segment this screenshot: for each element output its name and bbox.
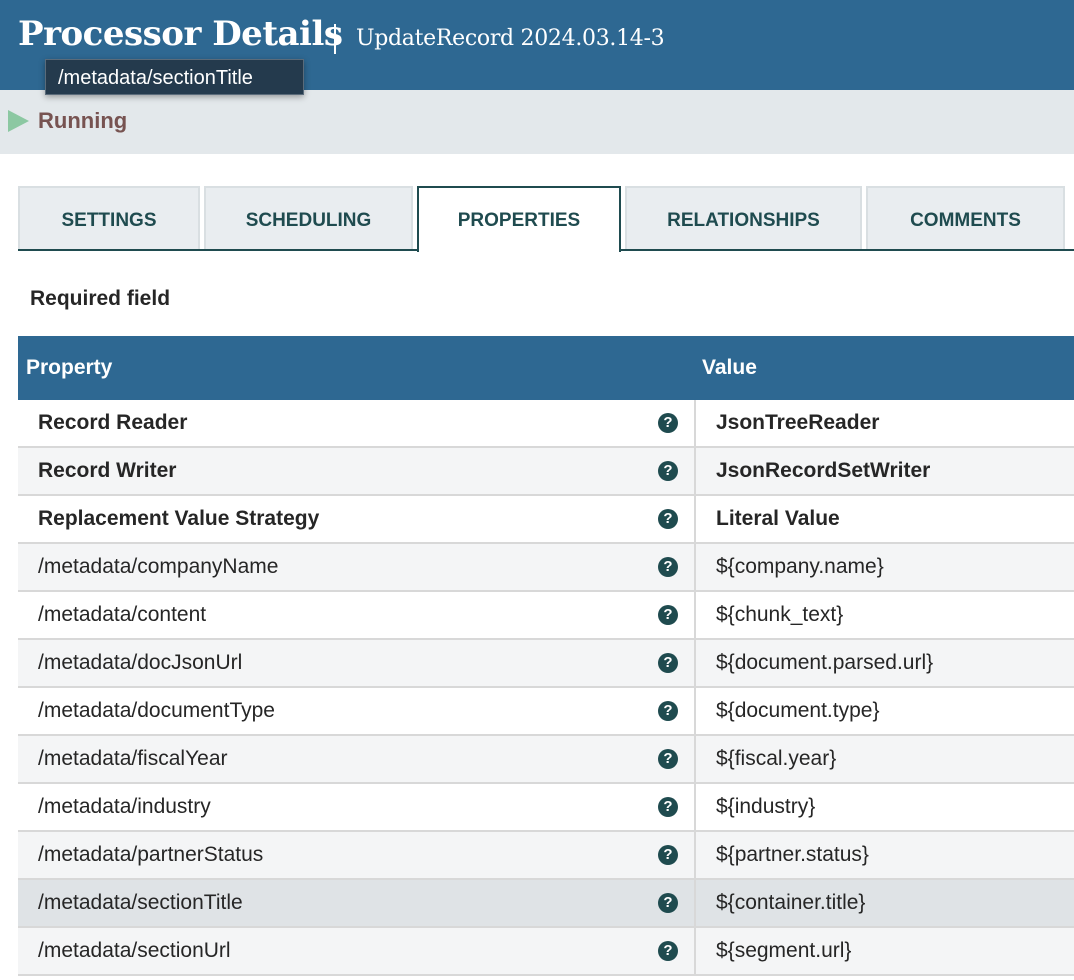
tab-properties[interactable]: PROPERTIES: [417, 186, 621, 252]
help-icon[interactable]: ?: [658, 605, 678, 625]
table-row[interactable]: /metadata/documentType? ${document.type}: [18, 688, 1074, 736]
tab-relationships[interactable]: RELATIONSHIPS: [625, 186, 862, 249]
column-divider: [694, 592, 696, 640]
tab-settings[interactable]: SETTINGS: [18, 186, 200, 249]
help-icon[interactable]: ?: [658, 845, 678, 865]
help-icon[interactable]: ?: [658, 461, 678, 481]
column-divider: [694, 736, 696, 784]
help-icon[interactable]: ?: [658, 893, 678, 913]
column-divider: [694, 880, 696, 928]
property-name: /metadata/industry: [38, 795, 211, 818]
property-value[interactable]: ${container.title}: [716, 880, 865, 926]
column-divider: [694, 784, 696, 832]
processor-type-version: UpdateRecord 2024.03.14-3: [356, 26, 665, 51]
property-name: Record Writer: [38, 459, 177, 482]
property-value[interactable]: ${chunk_text}: [716, 592, 843, 638]
column-divider: [694, 544, 696, 592]
tab-scheduling[interactable]: SCHEDULING: [204, 186, 413, 249]
required-field-label: Required field: [30, 287, 171, 310]
column-divider: [694, 640, 696, 688]
tab-comments[interactable]: COMMENTS: [866, 186, 1065, 249]
property-name: /metadata/partnerStatus: [38, 843, 264, 866]
table-row[interactable]: Replacement Value Strategy? Literal Value: [18, 496, 1074, 544]
property-value[interactable]: ${document.type}: [716, 688, 879, 734]
help-icon[interactable]: ?: [658, 413, 678, 433]
table-row[interactable]: /metadata/sectionUrl? ${segment.url}: [18, 928, 1074, 976]
status-bar: [0, 90, 1074, 154]
table-row[interactable]: /metadata/industry? ${industry}: [18, 784, 1074, 832]
help-icon[interactable]: ?: [658, 653, 678, 673]
column-divider: [694, 400, 696, 448]
property-name: /metadata/companyName: [38, 555, 279, 578]
table-row[interactable]: /metadata/docJsonUrl? ${document.parsed.u…: [18, 640, 1074, 688]
help-icon[interactable]: ?: [658, 797, 678, 817]
property-value[interactable]: ${fiscal.year}: [716, 736, 836, 782]
property-name: /metadata/documentType: [38, 699, 275, 722]
help-icon[interactable]: ?: [658, 557, 678, 577]
property-name: /metadata/sectionUrl: [38, 939, 231, 962]
property-value[interactable]: Literal Value: [716, 496, 840, 542]
table-row[interactable]: /metadata/companyName? ${company.name}: [18, 544, 1074, 592]
column-header-value[interactable]: Value: [702, 336, 757, 400]
property-name: /metadata/content: [38, 603, 207, 626]
help-icon[interactable]: ?: [658, 509, 678, 529]
column-divider: [694, 496, 696, 544]
tab-bar: SETTINGS SCHEDULING PROPERTIES RELATIONS…: [18, 186, 1074, 252]
property-value[interactable]: ${company.name}: [716, 544, 884, 590]
column-header-property[interactable]: Property: [26, 336, 112, 400]
table-row[interactable]: /metadata/sectionTitle? ${container.title…: [18, 880, 1074, 928]
property-name: Replacement Value Strategy: [38, 507, 320, 530]
column-divider: [694, 448, 696, 496]
table-row[interactable]: /metadata/content? ${chunk_text}: [18, 592, 1074, 640]
property-name: Record Reader: [38, 411, 188, 434]
run-status: Running: [38, 108, 128, 133]
table-row[interactable]: Record Reader? JsonTreeReader: [18, 400, 1074, 448]
property-value[interactable]: ${partner.status}: [716, 832, 869, 878]
play-icon: [8, 110, 29, 132]
dialog-title: Processor Details: [18, 14, 343, 54]
table-header: Property Value: [18, 336, 1074, 400]
column-divider: [694, 832, 696, 880]
help-icon[interactable]: ?: [658, 749, 678, 769]
property-value[interactable]: ${industry}: [716, 784, 815, 830]
property-value[interactable]: ${document.parsed.url}: [716, 640, 933, 686]
table-row[interactable]: /metadata/fiscalYear? ${fiscal.year}: [18, 736, 1074, 784]
property-name: /metadata/fiscalYear: [38, 747, 228, 770]
property-value[interactable]: JsonTreeReader: [716, 400, 879, 446]
title-separator: [334, 24, 336, 54]
tooltip: /metadata/sectionTitle: [45, 59, 304, 95]
help-icon[interactable]: ?: [658, 701, 678, 721]
properties-table: Property Value Record Reader? JsonTreeRea…: [18, 336, 1074, 976]
table-row[interactable]: Record Writer? JsonRecordSetWriter: [18, 448, 1074, 496]
table-row[interactable]: /metadata/partnerStatus? ${partner.status…: [18, 832, 1074, 880]
property-name: /metadata/docJsonUrl: [38, 651, 243, 674]
help-icon[interactable]: ?: [658, 941, 678, 961]
property-value[interactable]: JsonRecordSetWriter: [716, 448, 930, 494]
property-value[interactable]: ${segment.url}: [716, 928, 851, 974]
column-divider: [694, 928, 696, 976]
column-divider: [694, 688, 696, 736]
property-name: /metadata/sectionTitle: [38, 891, 243, 914]
